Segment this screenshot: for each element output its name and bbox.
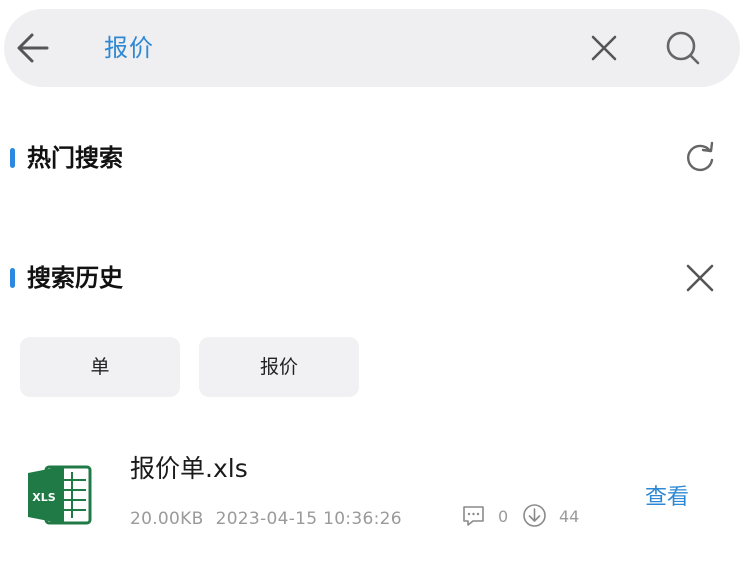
file-date: 2023-04-15 10:36:26 <box>215 509 402 529</box>
search-input[interactable]: 报价 <box>104 33 154 63</box>
search-button[interactable] <box>664 29 702 67</box>
hot-search-title: 热门搜索 <box>27 144 123 172</box>
close-icon <box>686 264 714 292</box>
clear-history-button[interactable] <box>684 262 716 294</box>
section-marker <box>10 268 15 288</box>
history-chip[interactable]: 单 <box>20 337 180 397</box>
refresh-icon <box>687 141 714 172</box>
arrow-left-icon <box>17 33 49 63</box>
back-button[interactable] <box>16 32 50 64</box>
comment-icon <box>461 504 486 528</box>
file-name[interactable]: 报价单.xls <box>130 453 248 485</box>
search-bar: 报价 <box>4 9 740 87</box>
excel-file-icon: XLS <box>26 464 92 526</box>
download-icon <box>522 503 547 528</box>
refresh-button[interactable] <box>683 141 717 175</box>
view-button[interactable]: 查看 <box>645 484 689 512</box>
comment-count: 0 <box>498 507 509 526</box>
file-size: 20.00KB <box>130 509 204 529</box>
search-icon <box>666 31 700 65</box>
file-meta: 20.00KB 2023-04-15 10:36:26 <box>130 507 402 531</box>
clear-search-button[interactable] <box>589 33 619 63</box>
section-marker <box>10 148 15 168</box>
search-history-title: 搜索历史 <box>27 264 123 292</box>
download-count: 44 <box>559 507 580 526</box>
svg-text:XLS: XLS <box>32 491 55 504</box>
history-chip[interactable]: 报价 <box>199 337 359 397</box>
close-icon <box>591 35 617 61</box>
